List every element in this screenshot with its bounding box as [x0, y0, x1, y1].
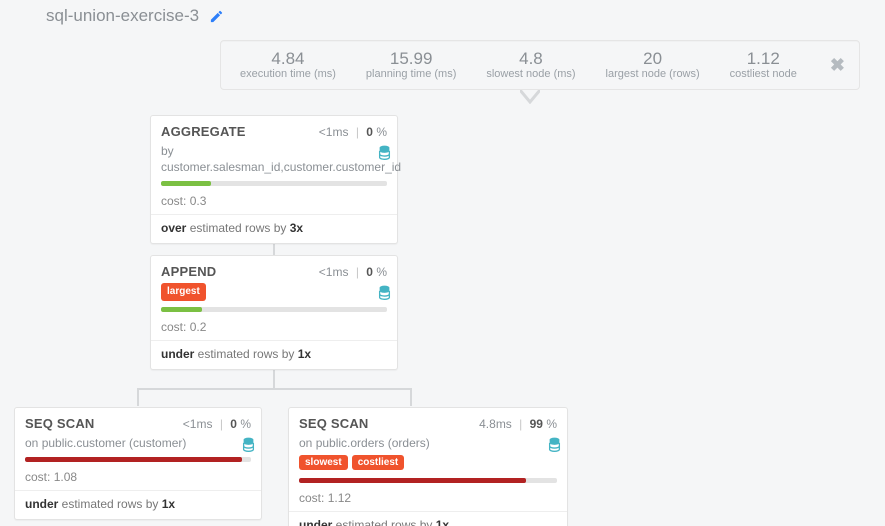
node-subline: on public.orders (orders) [299, 436, 430, 450]
tag-slowest: slowest [299, 455, 348, 470]
database-icon[interactable] [378, 145, 391, 164]
tag-costliest: costliest [352, 455, 405, 470]
node-bar [161, 181, 387, 186]
node-cost: cost: 1.12 [289, 487, 567, 512]
node-estimate: under estimated rows by 1x [15, 491, 261, 519]
connector-line [273, 370, 275, 388]
node-operation: APPEND [161, 264, 216, 279]
node-metrics: <1ms | 0 % [319, 265, 387, 279]
node-operation: SEQ SCAN [299, 416, 369, 431]
stat-value: 20 [606, 50, 700, 69]
node-operation: SEQ SCAN [25, 416, 95, 431]
chevron-down-icon [520, 90, 540, 104]
plan-node-seqscan-orders[interactable]: SEQ SCAN 4.8ms | 99 % on public.orders (… [288, 407, 568, 526]
stat-slowest-node[interactable]: 4.8 slowest node (ms) [478, 50, 583, 81]
node-metrics: <1ms | 0 % [319, 125, 387, 139]
plan-node-seqscan-customer[interactable]: SEQ SCAN <1ms | 0 % on public.customer (… [14, 407, 262, 520]
node-estimate: under estimated rows by 1x [289, 512, 567, 526]
database-icon[interactable] [242, 437, 255, 456]
stats-bar: 4.84 execution time (ms) 15.99 planning … [220, 40, 860, 90]
stat-value: 4.84 [240, 50, 336, 69]
node-bar [161, 307, 387, 312]
connector-line [137, 388, 412, 406]
plan-node-append[interactable]: APPEND <1ms | 0 % largest cost: 0.2 unde… [150, 255, 398, 370]
tag-largest: largest [161, 283, 206, 301]
page-title: sql-union-exercise-3 [46, 6, 199, 26]
node-estimate: over estimated rows by 3x [151, 215, 397, 243]
stat-value: 15.99 [366, 50, 456, 69]
stat-execution-time[interactable]: 4.84 execution time (ms) [232, 50, 344, 81]
node-subline: on public.customer (customer) [25, 436, 186, 450]
node-estimate: under estimated rows by 1x [151, 341, 397, 369]
close-icon[interactable]: ✖ [816, 55, 859, 76]
node-cost: cost: 0.2 [151, 316, 397, 341]
stat-value: 4.8 [486, 50, 575, 69]
node-cost: cost: 1.08 [15, 466, 261, 491]
stat-label: planning time (ms) [366, 68, 456, 80]
node-subline: by customer.salesman_id,customer.custome… [161, 144, 401, 174]
stat-value: 1.12 [730, 50, 797, 69]
node-metrics: 4.8ms | 99 % [479, 417, 557, 431]
node-metrics: <1ms | 0 % [183, 417, 251, 431]
stat-label: largest node (rows) [606, 68, 700, 80]
node-cost: cost: 0.3 [151, 190, 397, 215]
stat-largest-node[interactable]: 20 largest node (rows) [598, 50, 708, 81]
stat-label: costliest node [730, 68, 797, 80]
stat-planning-time[interactable]: 15.99 planning time (ms) [358, 50, 464, 81]
node-operation: AGGREGATE [161, 124, 246, 139]
edit-icon[interactable] [209, 9, 224, 24]
node-bar [299, 478, 557, 483]
node-bar [25, 457, 251, 462]
stat-label: slowest node (ms) [486, 68, 575, 80]
database-icon[interactable] [548, 437, 561, 456]
stat-label: execution time (ms) [240, 68, 336, 80]
stat-costliest-node[interactable]: 1.12 costliest node [722, 50, 805, 81]
database-icon[interactable] [378, 285, 391, 304]
plan-node-aggregate[interactable]: AGGREGATE <1ms | 0 % by customer.salesma… [150, 115, 398, 244]
